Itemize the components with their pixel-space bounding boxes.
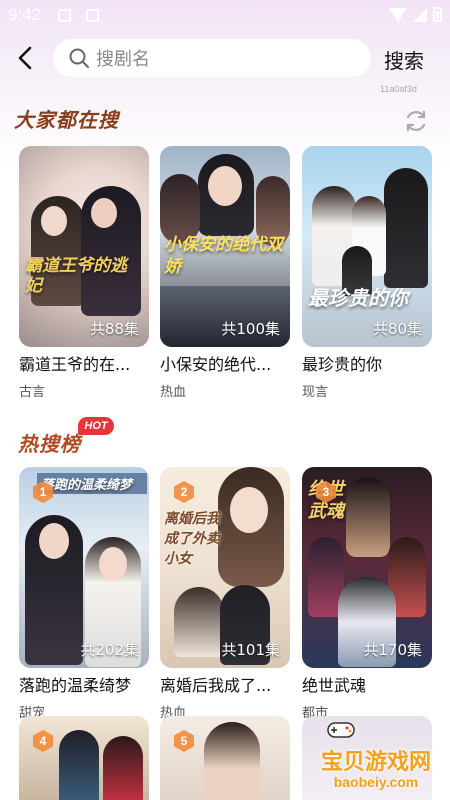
- ranked-drama-card[interactable]: 绝世武魂 3 共170集 绝世武魂 都市: [302, 467, 432, 721]
- status-bar: 9:42: [0, 0, 450, 32]
- search-button[interactable]: 搜索: [384, 45, 424, 74]
- status-time: 9:42: [8, 5, 42, 24]
- drama-cover[interactable]: 落跑的温柔绮梦 1 共202集: [19, 467, 149, 668]
- cover-art-title: 最珍贵的你: [308, 286, 408, 310]
- drama-cover[interactable]: 离婚后我成了外卖小女 2 共101集: [160, 467, 290, 668]
- cover-art-title: 小保安的绝代双娇: [164, 235, 283, 277]
- back-button[interactable]: [12, 42, 40, 74]
- drama-title: 小保安的绝代...: [160, 355, 272, 373]
- drama-card[interactable]: 霸道王爷的逃妃 共88集 霸道王爷的在... 古言: [19, 146, 149, 400]
- drama-cover[interactable]: 最珍贵的你 共80集: [302, 146, 432, 347]
- drama-cover[interactable]: 绝世武魂 3 共170集: [302, 467, 432, 668]
- search-icon: [69, 48, 89, 68]
- notification-a-icon: [58, 9, 71, 22]
- drama-title: 离婚后我成了...: [160, 676, 272, 694]
- drama-card[interactable]: 最珍贵的你 共80集 最珍贵的你 现言: [302, 146, 432, 400]
- ranked-drama-card[interactable]: 落跑的温柔绮梦 1 共202集 落跑的温柔绮梦 甜宠: [19, 467, 149, 721]
- search-placeholder: 搜剧名: [96, 49, 150, 70]
- drama-cover[interactable]: 小保安的绝代双娇 共100集: [160, 146, 290, 347]
- episode-count: 共88集: [89, 320, 139, 338]
- episode-count: 共101集: [221, 641, 280, 659]
- notification-box-icon: [86, 9, 99, 22]
- back-arrow-icon: [18, 46, 32, 70]
- episode-count: 共202集: [80, 641, 139, 659]
- battery-icon: [433, 7, 442, 22]
- cover-art-title: 离婚后我成了外卖小女: [164, 511, 220, 567]
- drama-card[interactable]: 小保安的绝代双娇 共100集 小保安的绝代... 热血: [160, 146, 290, 400]
- drama-title: 落跑的温柔绮梦: [19, 676, 132, 694]
- section-title-popular: 大家都在搜: [14, 108, 119, 132]
- ranked-drama-card[interactable]: 离婚后我成了外卖小女 2 共101集 离婚后我成了... 热血: [160, 467, 290, 721]
- search-input[interactable]: 搜剧名: [53, 39, 371, 77]
- refresh-icon[interactable]: [403, 108, 429, 134]
- section-title-hot: 热搜榜: [18, 432, 81, 456]
- episode-count: 共100集: [221, 320, 280, 338]
- signal-icon: [413, 7, 427, 22]
- drama-title: 最珍贵的你: [302, 355, 383, 373]
- wifi-icon: [389, 7, 407, 22]
- drama-title: 绝世武魂: [302, 676, 367, 694]
- drama-title: 霸道王爷的在...: [19, 355, 131, 373]
- cover-art-title: 霸道王爷的逃妃: [25, 256, 127, 296]
- watermark-url: baobeiy.com: [333, 774, 419, 790]
- drama-cover[interactable]: 霸道王爷的逃妃 共88集: [19, 146, 149, 347]
- cover-art-title: 落跑的温柔绮梦: [37, 473, 147, 494]
- episode-count: 共80集: [372, 320, 422, 338]
- rank-badge: 4: [33, 730, 53, 752]
- status-icons: [389, 7, 442, 22]
- rank-badge: 5: [174, 730, 194, 752]
- drama-genre-tag: 现言: [302, 385, 329, 400]
- watermark-text: 宝贝游戏网: [320, 750, 431, 775]
- session-id-label: 11a0af3d: [380, 84, 417, 94]
- drama-genre-tag: 热血: [160, 385, 187, 400]
- ranked-drama-card[interactable]: 4: [19, 716, 149, 800]
- drama-genre-tag: 古言: [19, 385, 46, 400]
- rank-badge: 2: [174, 481, 194, 503]
- episode-count: 共170集: [363, 641, 422, 659]
- watermark: 宝贝游戏网 baobeiy.com: [302, 716, 450, 800]
- hot-badge: HOT: [78, 417, 114, 435]
- gamepad-icon: [327, 722, 355, 738]
- ranked-drama-card[interactable]: 5: [160, 716, 290, 800]
